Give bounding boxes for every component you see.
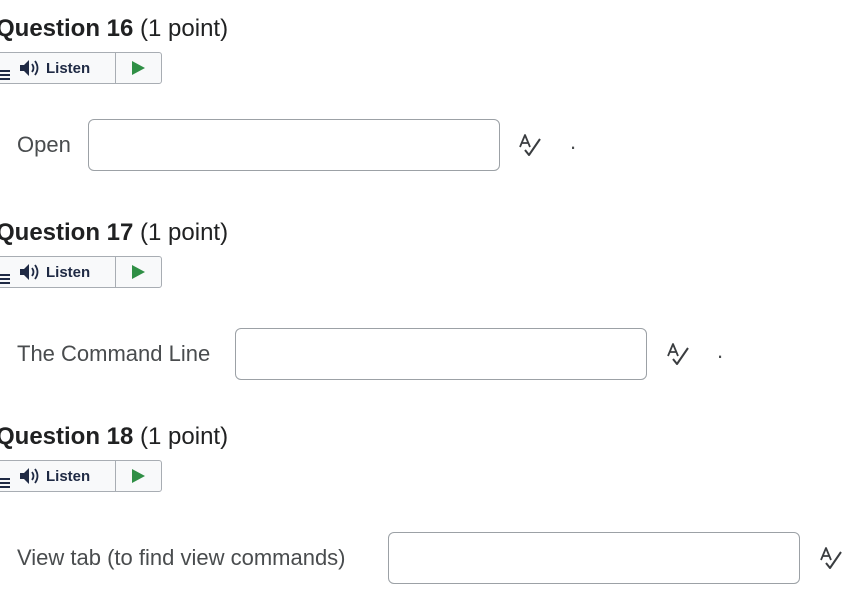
trailing-text: .	[570, 129, 577, 154]
spellcheck-icon[interactable]	[818, 546, 844, 572]
answer-input[interactable]	[88, 119, 500, 171]
play-icon	[132, 61, 145, 75]
readspeaker-widget: Listen	[0, 460, 162, 492]
play-button[interactable]	[116, 461, 161, 491]
question-title: Question 16 (1 point)	[0, 14, 228, 44]
spellcheck-icon[interactable]	[517, 133, 543, 159]
play-icon	[132, 265, 145, 279]
trailing-text: .	[717, 338, 724, 363]
menu-icon[interactable]	[0, 70, 10, 80]
speaker-icon	[20, 468, 39, 484]
menu-icon[interactable]	[0, 478, 10, 488]
play-icon	[132, 469, 145, 483]
question-prompt: Open	[17, 132, 71, 157]
listen-label: Listen	[46, 59, 91, 77]
answer-input[interactable]	[235, 328, 647, 380]
question-points: (1 point)	[140, 423, 229, 450]
question-number: Question 16	[0, 15, 134, 42]
readspeaker-widget: Listen	[0, 256, 162, 288]
quiz-page: Question 16 (1 point) Listen Open . Ques…	[0, 0, 867, 614]
readspeaker-widget: Listen	[0, 52, 162, 84]
menu-icon[interactable]	[0, 274, 10, 284]
listen-label: Listen	[46, 263, 91, 281]
listen-button[interactable]: Listen	[19, 53, 114, 83]
question-title: Question 18 (1 point)	[0, 422, 228, 452]
spellcheck-icon[interactable]	[665, 342, 691, 368]
question-prompt: View tab (to find view commands)	[17, 545, 346, 570]
answer-input[interactable]	[388, 532, 800, 584]
play-button[interactable]	[116, 53, 161, 83]
play-button[interactable]	[116, 257, 161, 287]
speaker-icon	[20, 60, 39, 76]
listen-label: Listen	[46, 467, 91, 485]
speaker-icon	[20, 264, 39, 280]
question-prompt: The Command Line	[17, 341, 211, 366]
listen-button[interactable]: Listen	[19, 461, 114, 491]
question-number: Question 18	[0, 423, 134, 450]
question-points: (1 point)	[140, 219, 229, 246]
question-title: Question 17 (1 point)	[0, 218, 228, 248]
listen-button[interactable]: Listen	[19, 257, 114, 287]
question-points: (1 point)	[140, 15, 229, 42]
question-number: Question 17	[0, 219, 134, 246]
